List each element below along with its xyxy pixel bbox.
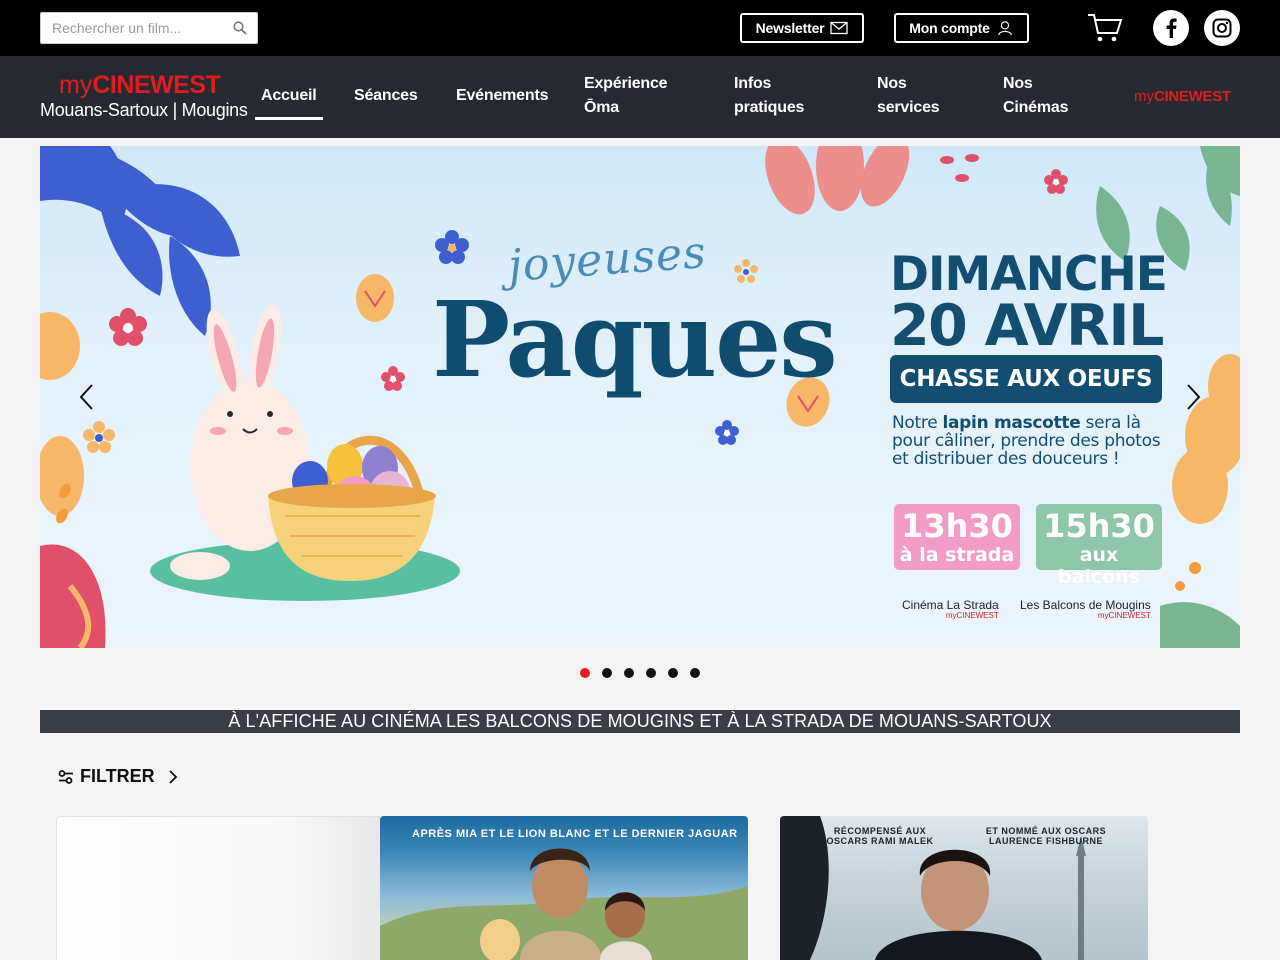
nav-nos-services[interactable]: Nos services bbox=[877, 72, 957, 120]
banner-event-title: CHASSE AUX OEUFS bbox=[890, 355, 1162, 403]
time1-place: à la strada bbox=[899, 544, 1015, 566]
main-nav: myCINEWEST Mouans-Sartoux | Mougins Accu… bbox=[0, 56, 1280, 138]
envelope-icon bbox=[830, 21, 849, 35]
chevron-right-icon bbox=[169, 769, 177, 784]
instagram-button[interactable] bbox=[1204, 10, 1240, 46]
nav-nos-cinemas[interactable]: Nos Cinémas bbox=[1003, 72, 1093, 120]
newsletter-button[interactable]: Newsletter bbox=[740, 13, 864, 43]
facebook-icon bbox=[1166, 18, 1177, 38]
instagram-icon bbox=[1212, 18, 1232, 38]
nav-experience-oma[interactable]: Expérience Ōma bbox=[584, 72, 694, 120]
movie-poster[interactable]: RÉCOMPENSÉ AUX OSCARS RAMI MALEK ET NOMM… bbox=[780, 816, 1148, 960]
logo-cinewest: CINEWEST bbox=[92, 71, 221, 99]
logo-my: my bbox=[59, 71, 93, 99]
user-icon bbox=[997, 21, 1012, 36]
desc-bold: lapin mascotte bbox=[942, 413, 1081, 433]
mycinewest-logo[interactable]: myCINEWEST bbox=[1134, 88, 1231, 105]
carousel-dot-2[interactable] bbox=[602, 668, 612, 678]
cart-icon[interactable] bbox=[1087, 12, 1123, 44]
small-logo-my: my bbox=[1134, 88, 1154, 105]
cinema-strada-logo: Cinéma La Strada myCINEWEST bbox=[902, 598, 999, 620]
time2-hour: 15h30 bbox=[1043, 507, 1155, 545]
chevron-right-icon[interactable] bbox=[1181, 382, 1205, 412]
search-icon[interactable] bbox=[233, 21, 247, 35]
account-label: Mon compte bbox=[909, 20, 990, 36]
search-box bbox=[40, 12, 258, 44]
movie-poster[interactable]: APRÈS MIA ET LE LION BLANC ET LE DERNIER… bbox=[380, 816, 748, 960]
facebook-button[interactable] bbox=[1153, 10, 1189, 46]
filter-label: FILTRER bbox=[80, 766, 155, 786]
time2-place: aux balcons bbox=[1057, 544, 1141, 588]
carousel-indicators bbox=[580, 668, 700, 678]
cinema1-name: Cinéma La Strada bbox=[902, 598, 999, 612]
poster-award-left: RÉCOMPENSÉ AUX OSCARS RAMI MALEK bbox=[826, 826, 934, 846]
top-bar: Newsletter Mon compte bbox=[0, 0, 1280, 56]
search-input[interactable] bbox=[41, 13, 231, 43]
banner-date: 20 AVRIL bbox=[890, 293, 1164, 359]
logo-brand: myCINEWEST bbox=[59, 71, 221, 99]
account-button[interactable]: Mon compte bbox=[894, 13, 1029, 43]
cinema2-name: Les Balcons de Mougins bbox=[1020, 598, 1151, 612]
nav-evenements[interactable]: Evénements bbox=[456, 84, 548, 108]
newsletter-label: Newsletter bbox=[755, 20, 825, 36]
carousel-dot-5[interactable] bbox=[668, 668, 678, 678]
now-showing-heading: À L'AFFICHE AU CINÉMA LES BALCONS DE MOU… bbox=[40, 710, 1240, 733]
logo-cities: Mouans-Sartoux | Mougins bbox=[40, 100, 248, 120]
banner-big-title: Paques bbox=[432, 278, 838, 401]
time-badge-balcons: 15h30 aux balcons bbox=[1036, 504, 1162, 588]
cinema2-brand: myCINEWEST bbox=[1097, 611, 1151, 620]
poster-award-right: ET NOMMÉ AUX OSCARS LAURENCE FISHBURNE bbox=[985, 826, 1107, 846]
cinema-balcons-logo: Les Balcons de Mougins myCINEWEST bbox=[1020, 598, 1151, 620]
cinema1-brand: myCINEWEST bbox=[945, 611, 999, 620]
site-logo[interactable]: myCINEWEST Mouans-Sartoux | Mougins bbox=[40, 72, 256, 124]
time-badge-strada: 13h30 à la strada bbox=[894, 504, 1020, 570]
small-logo-brand: CINEWEST bbox=[1154, 88, 1231, 105]
carousel-dot-6[interactable] bbox=[690, 668, 700, 678]
filter-toggle[interactable]: FILTRER bbox=[58, 766, 179, 787]
hero-carousel[interactable]: joyeuses Paques DIMANCHE 20 AVRIL CHASSE… bbox=[40, 146, 1240, 648]
movie-card-placeholder[interactable] bbox=[56, 816, 386, 960]
banner-description: Notre lapin mascotte sera là pour câline… bbox=[892, 414, 1162, 468]
time1-hour: 13h30 bbox=[901, 507, 1013, 545]
sliders-icon bbox=[58, 769, 73, 784]
carousel-dot-4[interactable] bbox=[646, 668, 656, 678]
desc-pre: Notre bbox=[892, 413, 943, 433]
carousel-dot-1[interactable] bbox=[580, 668, 590, 678]
nav-infos-pratiques[interactable]: Infos pratiques bbox=[734, 72, 824, 120]
nav-seances[interactable]: Séances bbox=[354, 84, 418, 108]
chevron-left-icon[interactable] bbox=[75, 382, 99, 412]
poster-tagline: APRÈS MIA ET LE LION BLANC ET LE DERNIER… bbox=[412, 828, 738, 840]
nav-accueil[interactable]: Accueil bbox=[255, 84, 322, 120]
carousel-dot-3[interactable] bbox=[624, 668, 634, 678]
